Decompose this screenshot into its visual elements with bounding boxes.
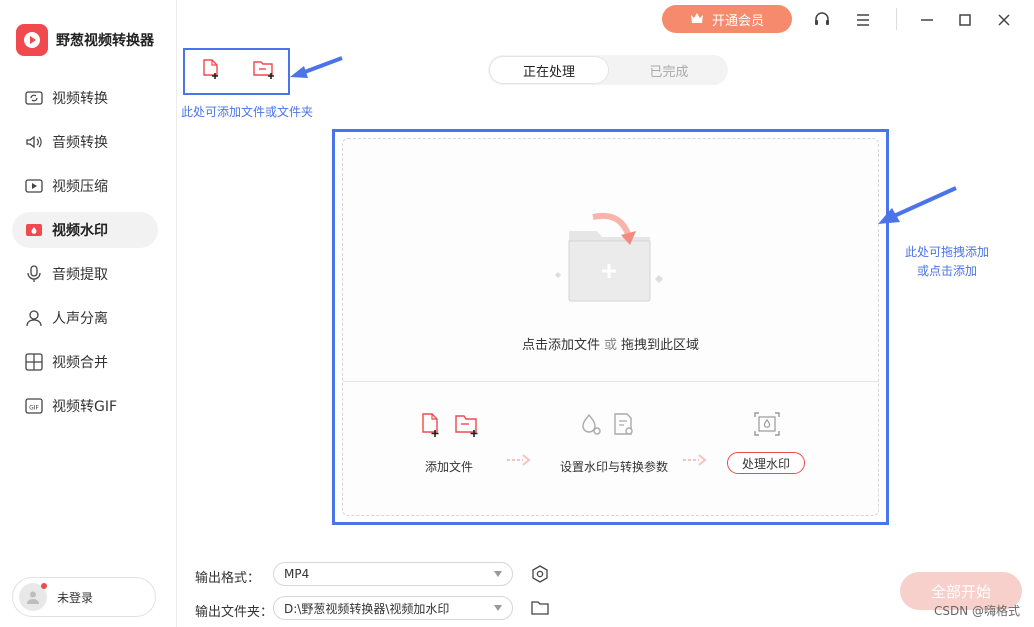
sidebar-item-label: 音频提取	[52, 267, 108, 283]
logo-icon	[16, 24, 48, 56]
folder-add-icon	[555, 213, 663, 302]
minimize-icon[interactable]	[917, 10, 937, 30]
dropzone-hint-annotation: 此处可拖拽添加 或点击添加	[892, 243, 1002, 281]
notification-dot	[41, 583, 47, 589]
sidebar-item-video-to-gif[interactable]: GIF 视频转GIF	[12, 388, 158, 424]
video-compress-icon	[24, 176, 44, 196]
folder-open-icon[interactable]	[531, 600, 549, 620]
watermark-setting-icon	[580, 412, 604, 442]
audio-convert-icon	[24, 132, 44, 152]
sidebar-item-label: 视频转换	[52, 91, 108, 107]
dropzone-hint-line2: 或点击添加	[916, 264, 977, 278]
sidebar-item-vocal-separate[interactable]: 人声分离	[12, 300, 158, 336]
audio-extract-icon	[24, 264, 44, 284]
video-watermark-icon	[24, 220, 44, 240]
sidebar-item-video-compress[interactable]: 视频压缩	[12, 168, 158, 204]
output-folder-select[interactable]: D:\野葱视频转换器\视频加水印	[273, 596, 513, 620]
video-convert-icon	[24, 88, 44, 108]
step-add-file-icon	[420, 412, 442, 442]
sidebar-item-label: 视频压缩	[52, 179, 108, 195]
output-format-label: 输出格式：	[195, 571, 261, 586]
step-settings-label: 设置水印与转换参数	[560, 460, 669, 474]
gif-icon: GIF	[24, 396, 44, 416]
add-folder-icon[interactable]	[252, 58, 276, 84]
csdn-watermark: CSDN @嗨格式	[933, 604, 1020, 618]
sidebar-item-label: 视频水印	[52, 223, 108, 239]
vip-button[interactable]: 开通会员	[662, 5, 792, 33]
output-folder-value: D:\野葱视频转换器\视频加水印	[284, 601, 450, 616]
process-watermark-button[interactable]: 处理水印	[727, 452, 805, 474]
output-folder-label: 输出文件夹：	[195, 605, 274, 620]
dropzone-click-text: 点击添加文件	[521, 338, 600, 353]
titlebar: 开通会员	[176, 0, 1034, 40]
menu-icon[interactable]	[853, 10, 873, 30]
svg-text:GIF: GIF	[29, 405, 39, 412]
dropzone-text: 点击添加文件或拖拽到此区域	[343, 334, 878, 353]
chevron-down-icon	[494, 571, 502, 577]
sidebar-item-audio-extract[interactable]: 音频提取	[12, 256, 158, 292]
sidebar-item-audio-convert[interactable]: 音频转换	[12, 124, 158, 160]
step-arrow-icon	[507, 454, 531, 466]
chevron-down-icon	[494, 605, 502, 611]
annotation-arrow-right	[878, 186, 957, 224]
step-add-folder-icon	[454, 412, 480, 442]
app-name: 野葱视频转换器	[56, 33, 154, 49]
output-format-value: MP4	[284, 567, 310, 581]
dropzone-drag-text: 拖拽到此区域	[621, 338, 700, 353]
format-settings-icon[interactable]	[531, 565, 549, 587]
sidebar-nav: 视频转换 音频转换 视频压缩 视频水印 音频提取 人声分离 视频合并 GIF 视	[12, 80, 158, 432]
video-merge-icon	[24, 352, 44, 372]
dropzone-hint-line1: 此处可拖拽添加	[904, 245, 989, 259]
headset-icon[interactable]	[812, 10, 832, 30]
tab-completed[interactable]: 已完成	[610, 55, 728, 85]
step-add-file-label: 添加文件	[425, 460, 474, 474]
annotation-arrow-left	[290, 56, 343, 78]
sidebar-item-label: 视频合并	[52, 355, 108, 371]
dropzone-divider	[343, 381, 878, 382]
close-icon[interactable]	[994, 10, 1014, 30]
crown-icon	[690, 12, 704, 27]
sidebar: 野葱视频转换器 视频转换 音频转换 视频压缩 视频水印 音频提取 人声分离 视频…	[0, 0, 177, 627]
status-tabs: 正在处理 已完成	[488, 55, 728, 85]
step-arrow-icon	[683, 454, 707, 466]
sidebar-item-video-watermark[interactable]: 视频水印	[12, 212, 158, 248]
convert-params-icon	[612, 412, 636, 442]
user-status-label: 未登录	[57, 590, 94, 605]
maximize-icon[interactable]	[955, 10, 975, 30]
titlebar-divider	[896, 8, 897, 30]
tab-processing[interactable]: 正在处理	[490, 57, 608, 83]
watermark-process-icon	[753, 411, 781, 441]
add-hint-annotation: 此处可添加文件或文件夹	[181, 105, 314, 119]
output-format-select[interactable]: MP4	[273, 562, 513, 586]
user-login[interactable]: 未登录	[12, 577, 156, 617]
sidebar-item-video-convert[interactable]: 视频转换	[12, 80, 158, 116]
avatar	[19, 583, 47, 611]
sidebar-item-label: 视频转GIF	[52, 399, 118, 415]
dropzone-or-text: 或	[603, 338, 617, 353]
vocal-separate-icon	[24, 308, 44, 328]
vip-label: 开通会员	[711, 12, 764, 28]
app-logo: 野葱视频转换器	[16, 24, 154, 56]
add-file-icon[interactable]	[200, 58, 222, 84]
sidebar-item-label: 音频转换	[52, 135, 108, 151]
sidebar-item-video-merge[interactable]: 视频合并	[12, 344, 158, 380]
sidebar-item-label: 人声分离	[52, 311, 108, 327]
